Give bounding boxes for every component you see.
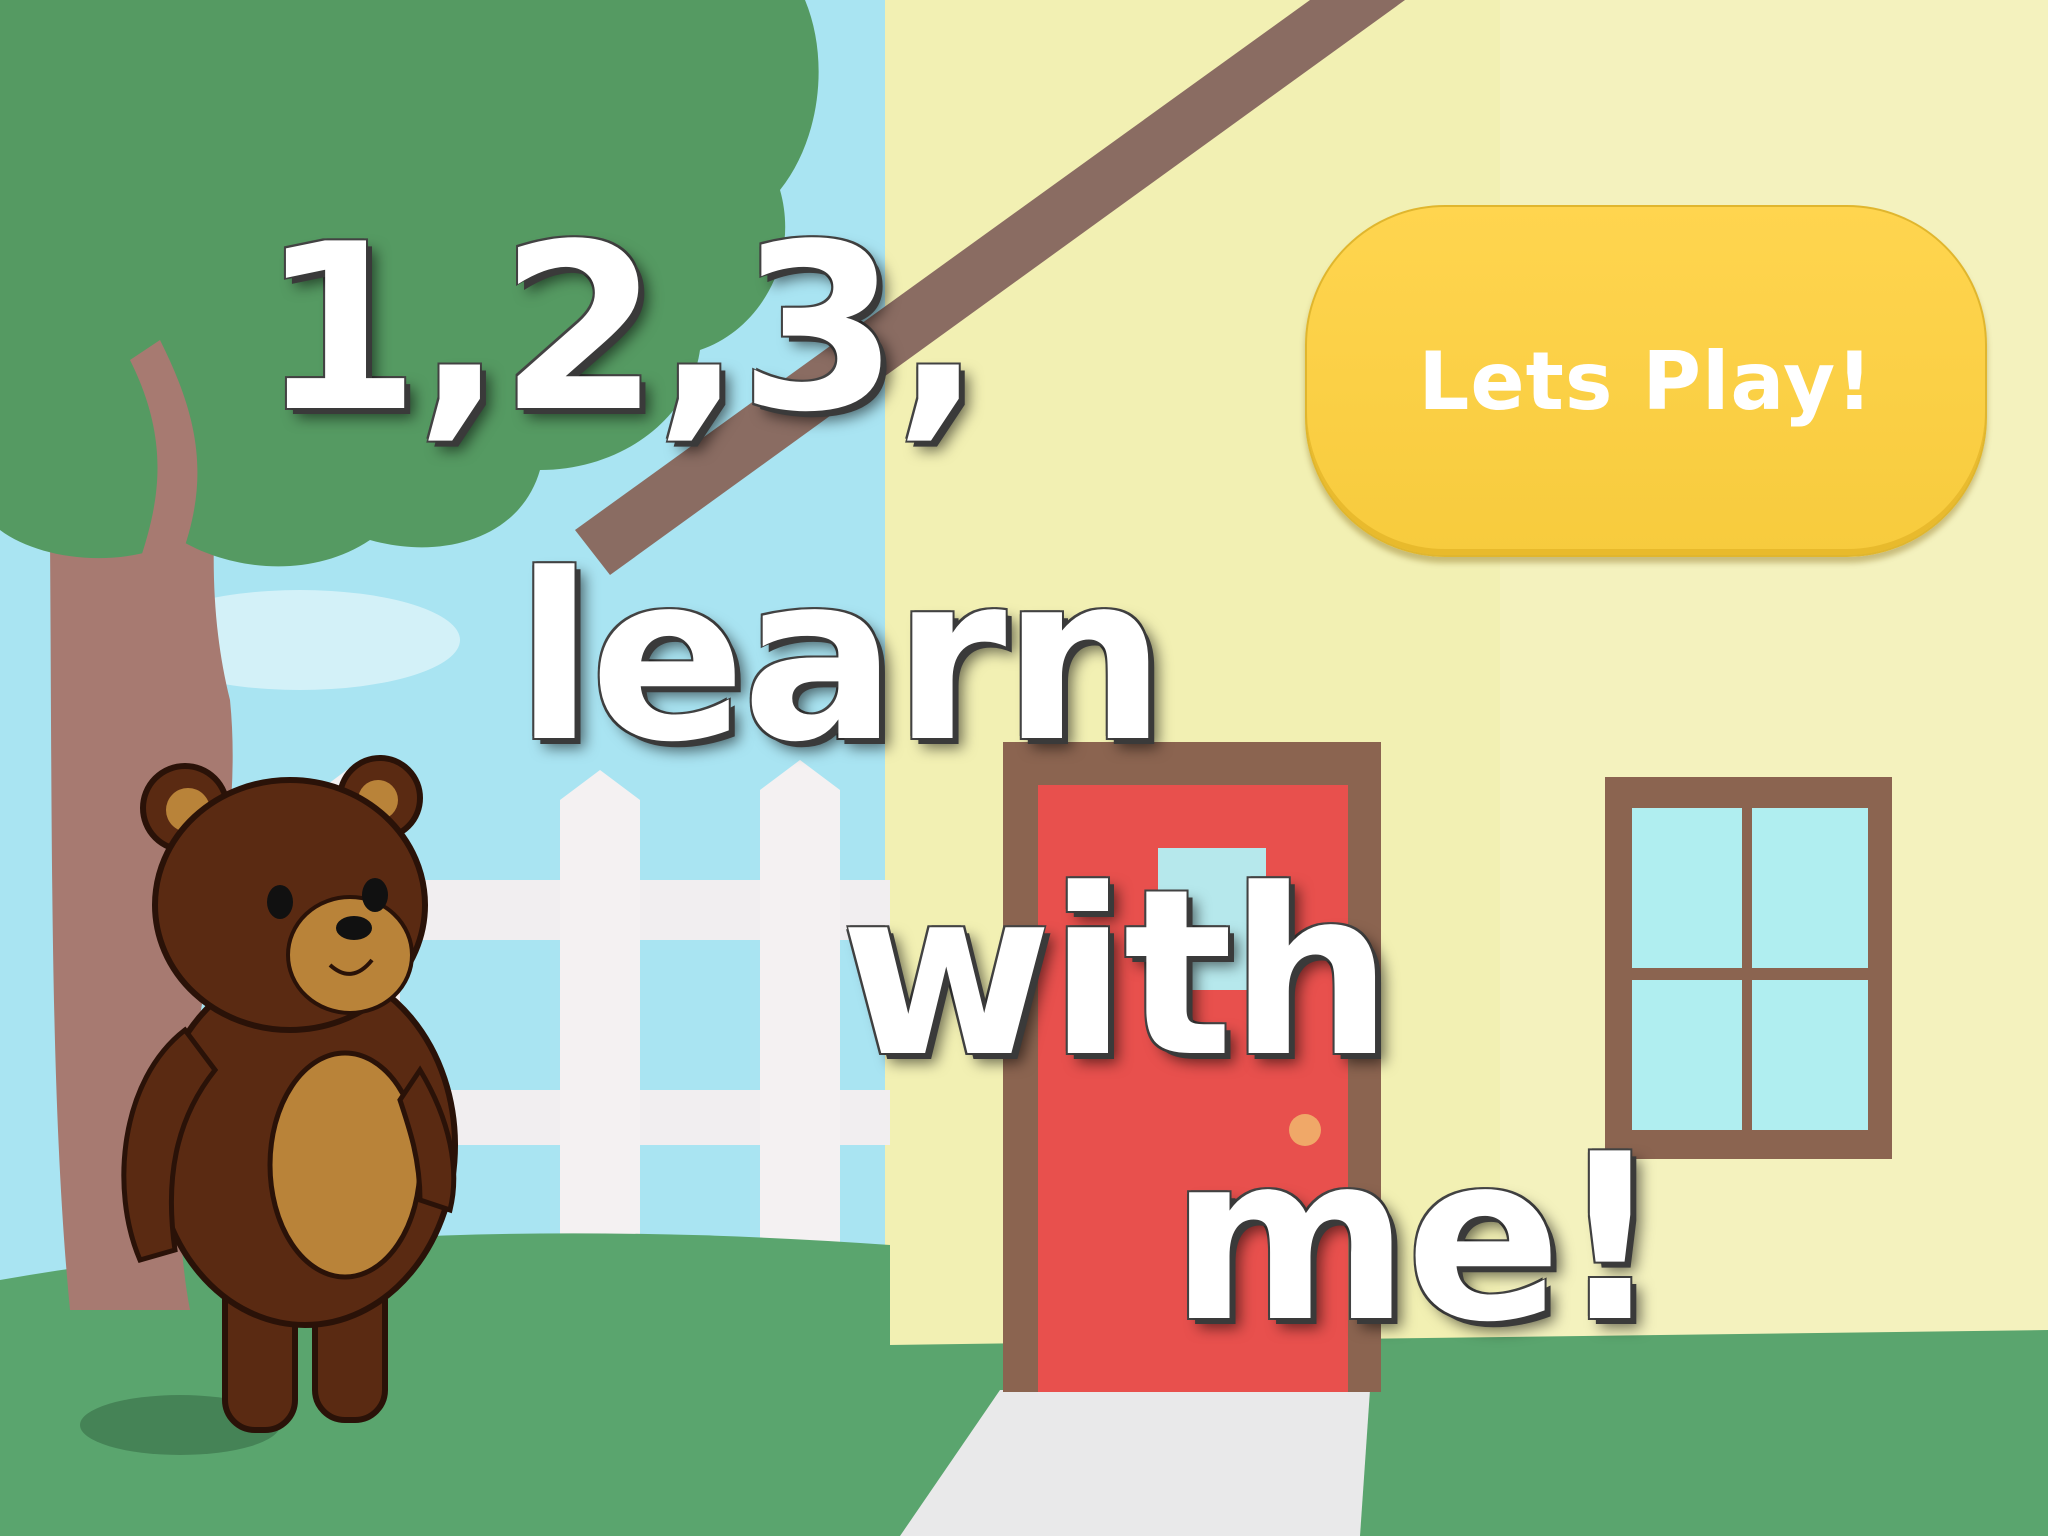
- title-line-1: 1,2,3,: [260, 196, 982, 463]
- title-line-2: learn: [515, 526, 1166, 793]
- title-line-3: with: [840, 841, 1393, 1108]
- lets-play-button[interactable]: Lets Play!: [1305, 205, 1987, 557]
- title-line-4: me!: [1170, 1106, 1663, 1373]
- lets-play-label: Lets Play!: [1418, 334, 1874, 428]
